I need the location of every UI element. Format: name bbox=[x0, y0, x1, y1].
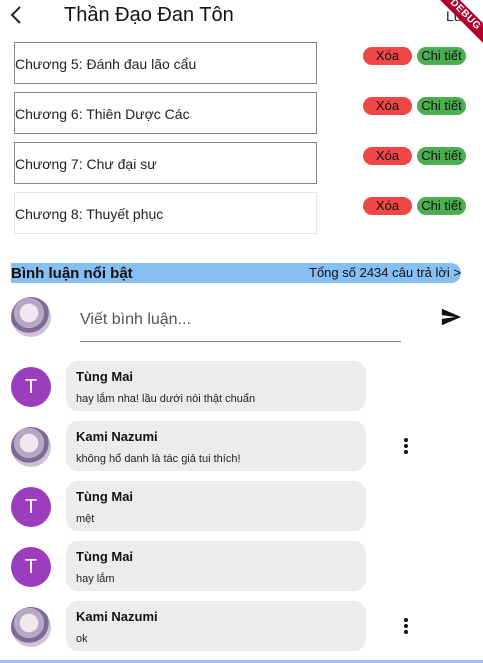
comment-item: T Tùng Mai hay lắm bbox=[0, 541, 483, 593]
comment-text: mệt bbox=[76, 513, 95, 525]
user-avatar bbox=[11, 427, 51, 467]
comment-bubble[interactable]: Kami Nazumi không hổ danh là tác giả tui… bbox=[66, 421, 366, 471]
more-vert-icon[interactable] bbox=[398, 617, 414, 635]
comment-author: Kami Nazumi bbox=[76, 429, 158, 444]
chapter-row: Chương 7: Chư đại sư Xóa Chi tiết bbox=[0, 142, 483, 184]
comment-text: ok bbox=[76, 633, 88, 645]
user-avatar: T bbox=[11, 367, 51, 407]
current-user-avatar bbox=[11, 297, 51, 337]
delete-chapter-button[interactable]: Xóa bbox=[363, 97, 412, 115]
chapter-title: Chương 8: Thuyết phục bbox=[15, 206, 164, 222]
user-avatar: T bbox=[11, 487, 51, 527]
chapter-item[interactable]: Chương 6: Thiên Dược Các bbox=[14, 92, 317, 134]
back-arrow-icon[interactable] bbox=[6, 4, 28, 26]
comment-bubble[interactable]: Tùng Mai mệt bbox=[66, 481, 366, 531]
comment-bubble[interactable]: Kami Nazumi ok bbox=[66, 601, 366, 651]
comment-bubble[interactable]: Tùng Mai hay lắm nha! lầu dưới nói thật … bbox=[66, 361, 366, 411]
comment-text: không hổ danh là tác giả tui thích! bbox=[76, 453, 241, 465]
delete-chapter-button[interactable]: Xóa bbox=[363, 47, 412, 65]
comment-item: Kami Nazumi ok bbox=[0, 601, 483, 653]
chapter-item[interactable]: Chương 7: Chư đại sư bbox=[14, 142, 317, 184]
comment-item: T Tùng Mai mệt bbox=[0, 481, 483, 533]
comment-input-container bbox=[80, 300, 401, 342]
app-bar: Thần Đạo Đan Tôn Lưu DEBUG bbox=[0, 0, 483, 49]
comment-text: hay lắm nha! lầu dưới nói thật chuẩn bbox=[76, 393, 256, 405]
delete-chapter-button[interactable]: Xóa bbox=[363, 147, 412, 165]
more-vert-icon[interactable] bbox=[398, 437, 414, 455]
comment-text: hay lắm bbox=[76, 573, 115, 585]
chapter-detail-button[interactable]: Chi tiết bbox=[417, 97, 466, 115]
chapter-item[interactable]: Chương 8: Thuyết phục bbox=[14, 192, 317, 234]
comment-author: Kami Nazumi bbox=[76, 609, 158, 624]
user-avatar: T bbox=[11, 547, 51, 587]
comment-author: Tùng Mai bbox=[76, 549, 134, 564]
chapter-title: Chương 6: Thiên Dược Các bbox=[15, 106, 190, 122]
chapter-row: Chương 6: Thiên Dược Các Xóa Chi tiết bbox=[0, 92, 483, 134]
chapter-detail-button[interactable]: Chi tiết bbox=[417, 197, 466, 215]
comment-bubble[interactable]: Tùng Mai hay lắm bbox=[66, 541, 366, 591]
send-icon[interactable] bbox=[440, 306, 462, 328]
delete-chapter-button[interactable]: Xóa bbox=[363, 197, 412, 215]
chapter-title: Chương 7: Chư đại sư bbox=[15, 156, 157, 172]
chapter-item[interactable]: Chương 5: Đánh đau lão cẩu bbox=[14, 42, 317, 84]
comment-author: Tùng Mai bbox=[76, 489, 134, 504]
view-all-replies-link[interactable]: Tổng số 2434 câu trả lời > bbox=[309, 265, 461, 280]
chapter-row: Chương 5: Đánh đau lão cẩu Xóa Chi tiết bbox=[0, 42, 483, 84]
comment-input[interactable] bbox=[80, 300, 401, 340]
chapter-row: Chương 8: Thuyết phục Xóa Chi tiết bbox=[0, 192, 483, 234]
comment-author: Tùng Mai bbox=[76, 369, 134, 384]
page-title: Thần Đạo Đan Tôn bbox=[64, 4, 234, 26]
comment-item: T Tùng Mai hay lắm nha! lầu dưới nói thậ… bbox=[0, 361, 483, 413]
debug-banner: DEBUG bbox=[431, 0, 483, 49]
chapter-detail-button[interactable]: Chi tiết bbox=[417, 147, 466, 165]
chapter-title: Chương 5: Đánh đau lão cẩu bbox=[15, 56, 197, 72]
user-avatar bbox=[11, 607, 51, 647]
comments-title: Bình luận nổi bật bbox=[11, 265, 133, 282]
chapter-detail-button[interactable]: Chi tiết bbox=[417, 47, 466, 65]
comment-item: Kami Nazumi không hổ danh là tác giả tui… bbox=[0, 421, 483, 473]
comments-header: Bình luận nổi bật Tổng số 2434 câu trả l… bbox=[11, 263, 461, 283]
